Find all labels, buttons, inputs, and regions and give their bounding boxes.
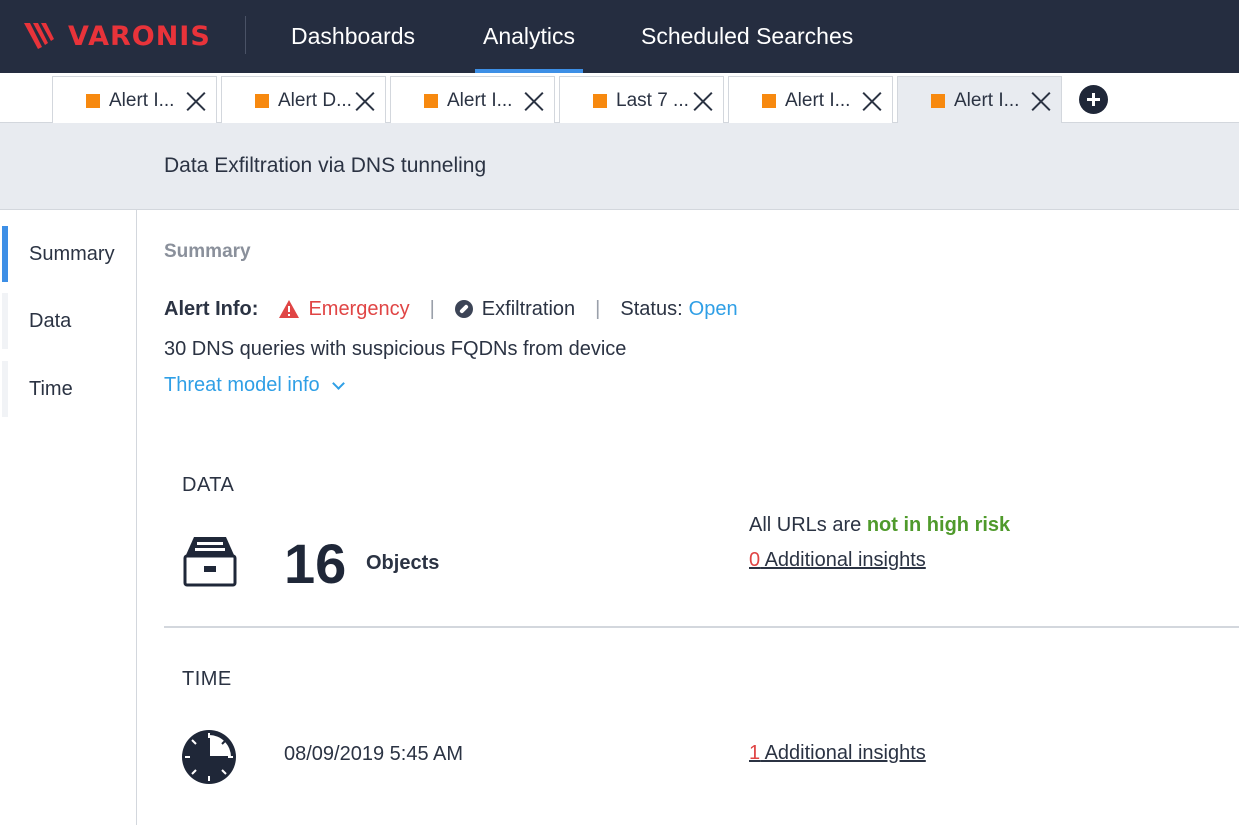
alert-timestamp: 08/09/2019 5:45 AM [284,743,464,765]
alert-description: 30 DNS queries with suspicious FQDNs fro… [164,338,627,360]
tab-alert-5[interactable]: Alert I... [728,76,893,124]
tab-alert-6-active[interactable]: Alert I... [897,76,1062,124]
time-insights-count: 1 [749,742,761,764]
sidenav-time[interactable]: Time [0,361,136,417]
data-insights-label: Additional insights [760,549,926,571]
nav-dashboards[interactable]: Dashboards [291,0,415,73]
tab-color-marker [931,93,945,108]
time-insights-label: Additional insights [760,742,926,764]
section-divider [164,626,1239,628]
tab-color-marker [762,93,776,108]
threat-model-info-label: Threat model info [164,374,320,396]
status-label: Status: [620,297,683,320]
clock-icon [182,730,236,784]
varonis-logo-icon [24,23,54,49]
top-navigation-bar: VARONIS Dashboards Analytics Scheduled S… [0,0,1239,73]
tab-color-marker [424,93,438,108]
time-additional-insights-link[interactable]: 1 Additional insights [749,742,926,765]
data-insights-count: 0 [749,549,761,571]
tab-alert-3[interactable]: Alert I... [390,76,555,124]
close-icon[interactable] [185,90,207,112]
alert-info-label: Alert Info: [164,297,259,320]
url-risk-prefix: All URLs are [749,514,862,536]
close-icon[interactable] [692,90,714,112]
tab-alert-2[interactable]: Alert D... [221,76,386,124]
severity-value: Emergency [308,297,410,320]
close-icon[interactable] [861,90,883,112]
data-block-title: DATA [182,474,235,496]
tab-label: Alert I... [954,89,1020,111]
tab-label: Last 7 ... [616,89,689,111]
plus-circle-icon[interactable] [1079,85,1108,114]
tab-color-marker [255,93,269,108]
tab-last-7[interactable]: Last 7 ... [559,76,724,124]
page-title: Data Exfiltration via DNS tunneling [164,154,487,177]
separator: | [429,297,435,320]
close-icon[interactable] [354,90,376,112]
page-header: Data Exfiltration via DNS tunneling [0,123,1239,210]
summary-section-label: Summary [164,241,251,262]
nav-analytics[interactable]: Analytics [474,0,584,73]
tab-label: Alert I... [447,89,513,111]
sidenav-data[interactable]: Data [0,293,136,349]
alert-info-row: Alert Info: Emergency | Exfiltration | S… [164,296,738,322]
separator: | [595,297,601,320]
warning-triangle-icon [279,300,300,318]
tab-label: Alert D... [278,89,352,111]
url-risk-summary: All URLs are not in high risk [749,514,1010,537]
topbar-divider [245,16,246,54]
tab-label: Alert I... [109,89,175,111]
link-icon [454,300,473,318]
file-drawer-icon [183,537,237,587]
data-object-count: 16 [284,532,347,595]
close-icon[interactable] [523,90,545,112]
tab-strip: Alert I... Alert D... Alert I... Last 7 … [0,73,1239,124]
varonis-logo[interactable]: VARONIS [24,20,211,52]
close-icon[interactable] [1030,90,1052,112]
nav-scheduled-searches[interactable]: Scheduled Searches [641,0,853,73]
brand-name: VARONIS [68,20,211,52]
data-object-unit: Objects [366,552,440,574]
sidenav-summary[interactable]: Summary [0,226,136,282]
tab-alert-1[interactable]: Alert I... [52,76,217,124]
status-value[interactable]: Open [689,298,738,321]
tab-label: Alert I... [785,89,851,111]
tab-color-marker [593,93,607,108]
tab-color-marker [86,93,100,108]
chevron-down-icon [331,376,345,390]
side-navigation: Summary Data Time [0,210,137,825]
data-additional-insights-link[interactable]: 0 Additional insights [749,549,926,572]
category-value: Exfiltration [481,297,576,320]
url-risk-status: not in high risk [866,514,1011,536]
threat-model-info-link[interactable]: Threat model info [164,374,345,397]
time-block-title: TIME [182,668,232,690]
